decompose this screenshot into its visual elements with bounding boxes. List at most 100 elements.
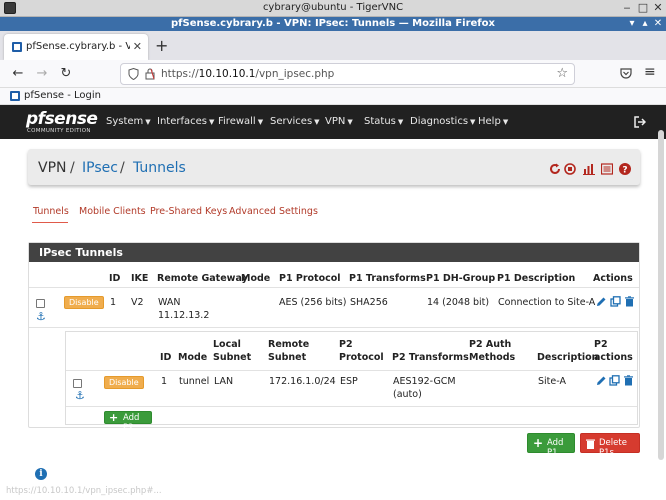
p1-description: Connection to Site-A [498, 297, 596, 308]
menu-firewall[interactable]: Firewall ▼ [218, 116, 263, 127]
p2-edit-pencil-icon[interactable] [596, 375, 607, 386]
p2-disable-button[interactable]: Disable [104, 376, 144, 389]
breadcrumb-separator: / [70, 160, 75, 176]
p1-select-checkbox[interactable] [36, 299, 45, 308]
p2-remote-subnet: 172.16.1.0/24 [269, 376, 336, 387]
p2-local-subnet: LAN [214, 376, 234, 387]
panel-title: IPsec Tunnels [39, 246, 123, 259]
tab-close-icon[interactable]: ✕ [133, 40, 142, 53]
url-text: https://10.10.10.1/vpn_ipsec.php [161, 68, 335, 80]
vnc-title-bar: cybrary@ubuntu - TigerVNC ‒ □ ✕ [0, 0, 666, 17]
p2-col-remote-subnet-line2: Subnet [268, 352, 307, 363]
breadcrumb-ipsec[interactable]: IPsec [82, 160, 118, 176]
pfsense-navbar: pfsense COMMUNITY EDITION System ▼ Interf… [0, 105, 666, 139]
add-p2-button[interactable]: + Add P2 [104, 411, 152, 433]
plus-icon: + [109, 411, 119, 424]
col-ike: IKE [131, 273, 149, 284]
p1-gateway-interface: WAN [158, 297, 181, 308]
firefox-title-bar: pfSense.cybrary.b - VPN: IPsec: Tunnels … [0, 17, 666, 31]
col-remote-gateway: Remote Gateway [157, 273, 248, 284]
p1-disable-button[interactable]: Disable [64, 296, 104, 309]
page-scrollbar[interactable] [658, 130, 664, 460]
p2-col-id: ID [160, 352, 172, 363]
menu-diagnostics[interactable]: Diagnostics ▼ [410, 116, 475, 127]
forward-icon[interactable]: → [33, 65, 51, 83]
p2-col-mode: Mode [178, 352, 208, 363]
pocket-icon[interactable] [620, 67, 632, 79]
status-url-text: https://10.10.10.1/vpn_ipsec.php#... [6, 486, 162, 496]
stop-service-icon[interactable] [564, 163, 576, 175]
p1-protocol: AES (256 bits) [279, 297, 347, 308]
vnc-window-title: cybrary@ubuntu - TigerVNC [262, 2, 404, 13]
header-divider [29, 287, 639, 288]
lock-icon[interactable] [145, 68, 155, 80]
menu-services[interactable]: Services ▼ [270, 116, 320, 127]
col-p1-protocol: P1 Protocol [279, 273, 341, 284]
logs-list-icon[interactable] [601, 163, 613, 175]
menu-system[interactable]: System ▼ [106, 116, 151, 127]
minimize-icon[interactable]: ‒ [620, 1, 634, 15]
close-icon[interactable]: ✕ [651, 1, 665, 15]
phase2-panel: ID Mode Local Subnet Remote Subnet P2 Pr… [65, 331, 638, 433]
p1-edit-pencil-icon[interactable] [596, 296, 607, 307]
url-bar[interactable]: https://10.10.10.1/vpn_ipsec.php ☆ [120, 63, 575, 85]
tab-mobile-clients[interactable]: Mobile Clients [79, 206, 146, 217]
p1-id: 1 [110, 297, 117, 308]
tab-tunnels[interactable]: Tunnels [33, 206, 69, 217]
bookmark-star-icon[interactable]: ☆ [556, 66, 568, 81]
bookmarks-bar: pfSense - Login [0, 88, 666, 105]
tab-advanced-settings[interactable]: Advanced Settings [229, 206, 318, 217]
p2-transforms-note: (auto) [393, 389, 422, 400]
add-p1-button[interactable]: + Add P1 [527, 433, 575, 458]
firefox-close-icon[interactable]: ✕ [652, 18, 664, 30]
reload-icon[interactable]: ↻ [57, 65, 75, 83]
logout-icon[interactable] [634, 116, 646, 128]
p2-drag-anchor-icon[interactable]: ⚓ [75, 389, 85, 402]
ipsec-tunnels-panel: IPsec Tunnels ID IKE Remote Gateway Mode… [28, 242, 640, 433]
info-icon[interactable]: i [35, 468, 47, 480]
status-chart-icon[interactable] [583, 163, 595, 175]
p1-drag-anchor-icon[interactable]: ⚓ [36, 310, 46, 323]
pfsense-favicon-icon [12, 42, 22, 52]
p2-copy-icon[interactable] [609, 375, 620, 386]
p1-delete-trash-icon[interactable] [624, 296, 635, 307]
tab-pre-shared-keys[interactable]: Pre-Shared Keys [150, 206, 227, 217]
shield-icon[interactable] [128, 68, 139, 80]
back-icon[interactable]: ← [9, 65, 27, 83]
new-tab-icon[interactable]: + [155, 36, 168, 55]
p2-mode: tunnel [179, 376, 210, 387]
col-actions: Actions [593, 273, 633, 284]
menu-interfaces[interactable]: Interfaces ▼ [157, 116, 214, 127]
p2-col-description: Description [537, 352, 599, 363]
p1-copy-icon[interactable] [610, 296, 621, 307]
browser-tab[interactable]: pfSense.cybrary.b - VPN: IPsec: Tun ✕ [4, 34, 148, 60]
col-p1-dh-group: P1 DH-Group [426, 273, 496, 284]
trash-icon [586, 439, 595, 449]
p2-col-actions-line1: P2 [594, 339, 608, 350]
p1-gateway-address: 11.12.13.2 [158, 310, 210, 321]
breadcrumb-tunnels[interactable]: Tunnels [133, 160, 186, 176]
page-content: pfsense COMMUNITY EDITION System ▼ Interf… [0, 105, 666, 500]
firefox-maximize-icon[interactable]: ▴ [639, 18, 651, 30]
menu-status[interactable]: Status ▼ [364, 116, 403, 127]
menu-help[interactable]: Help ▼ [478, 116, 508, 127]
firefox-minimize-icon[interactable]: ▾ [626, 18, 638, 30]
p2-col-auth-line2: Methods [469, 352, 516, 363]
hamburger-menu-icon[interactable]: ≡ [644, 64, 656, 80]
menu-vpn[interactable]: VPN ▼ [325, 116, 353, 127]
p2-select-checkbox[interactable] [73, 379, 82, 388]
tab-strip: pfSense.cybrary.b - VPN: IPsec: Tun ✕ + [0, 31, 666, 60]
p2-delete-trash-icon[interactable] [623, 375, 634, 386]
help-icon[interactable]: ? [619, 163, 631, 175]
restart-service-icon[interactable] [549, 163, 561, 175]
p2-col-transforms: P2 Transforms [392, 352, 469, 363]
p1-dh-group: 14 (2048 bit) [427, 297, 490, 308]
active-tab-underline [32, 222, 68, 223]
svg-text:?: ? [622, 166, 627, 176]
pfsense-logo[interactable]: pfsense COMMUNITY EDITION [26, 109, 98, 135]
p2-row-divider [66, 406, 637, 407]
bookmark-pfsense-login[interactable]: pfSense - Login [24, 90, 101, 101]
delete-p1s-button[interactable]: Delete P1s [580, 433, 640, 458]
maximize-icon[interactable]: □ [636, 1, 650, 15]
col-p1-description: P1 Description [497, 273, 576, 284]
